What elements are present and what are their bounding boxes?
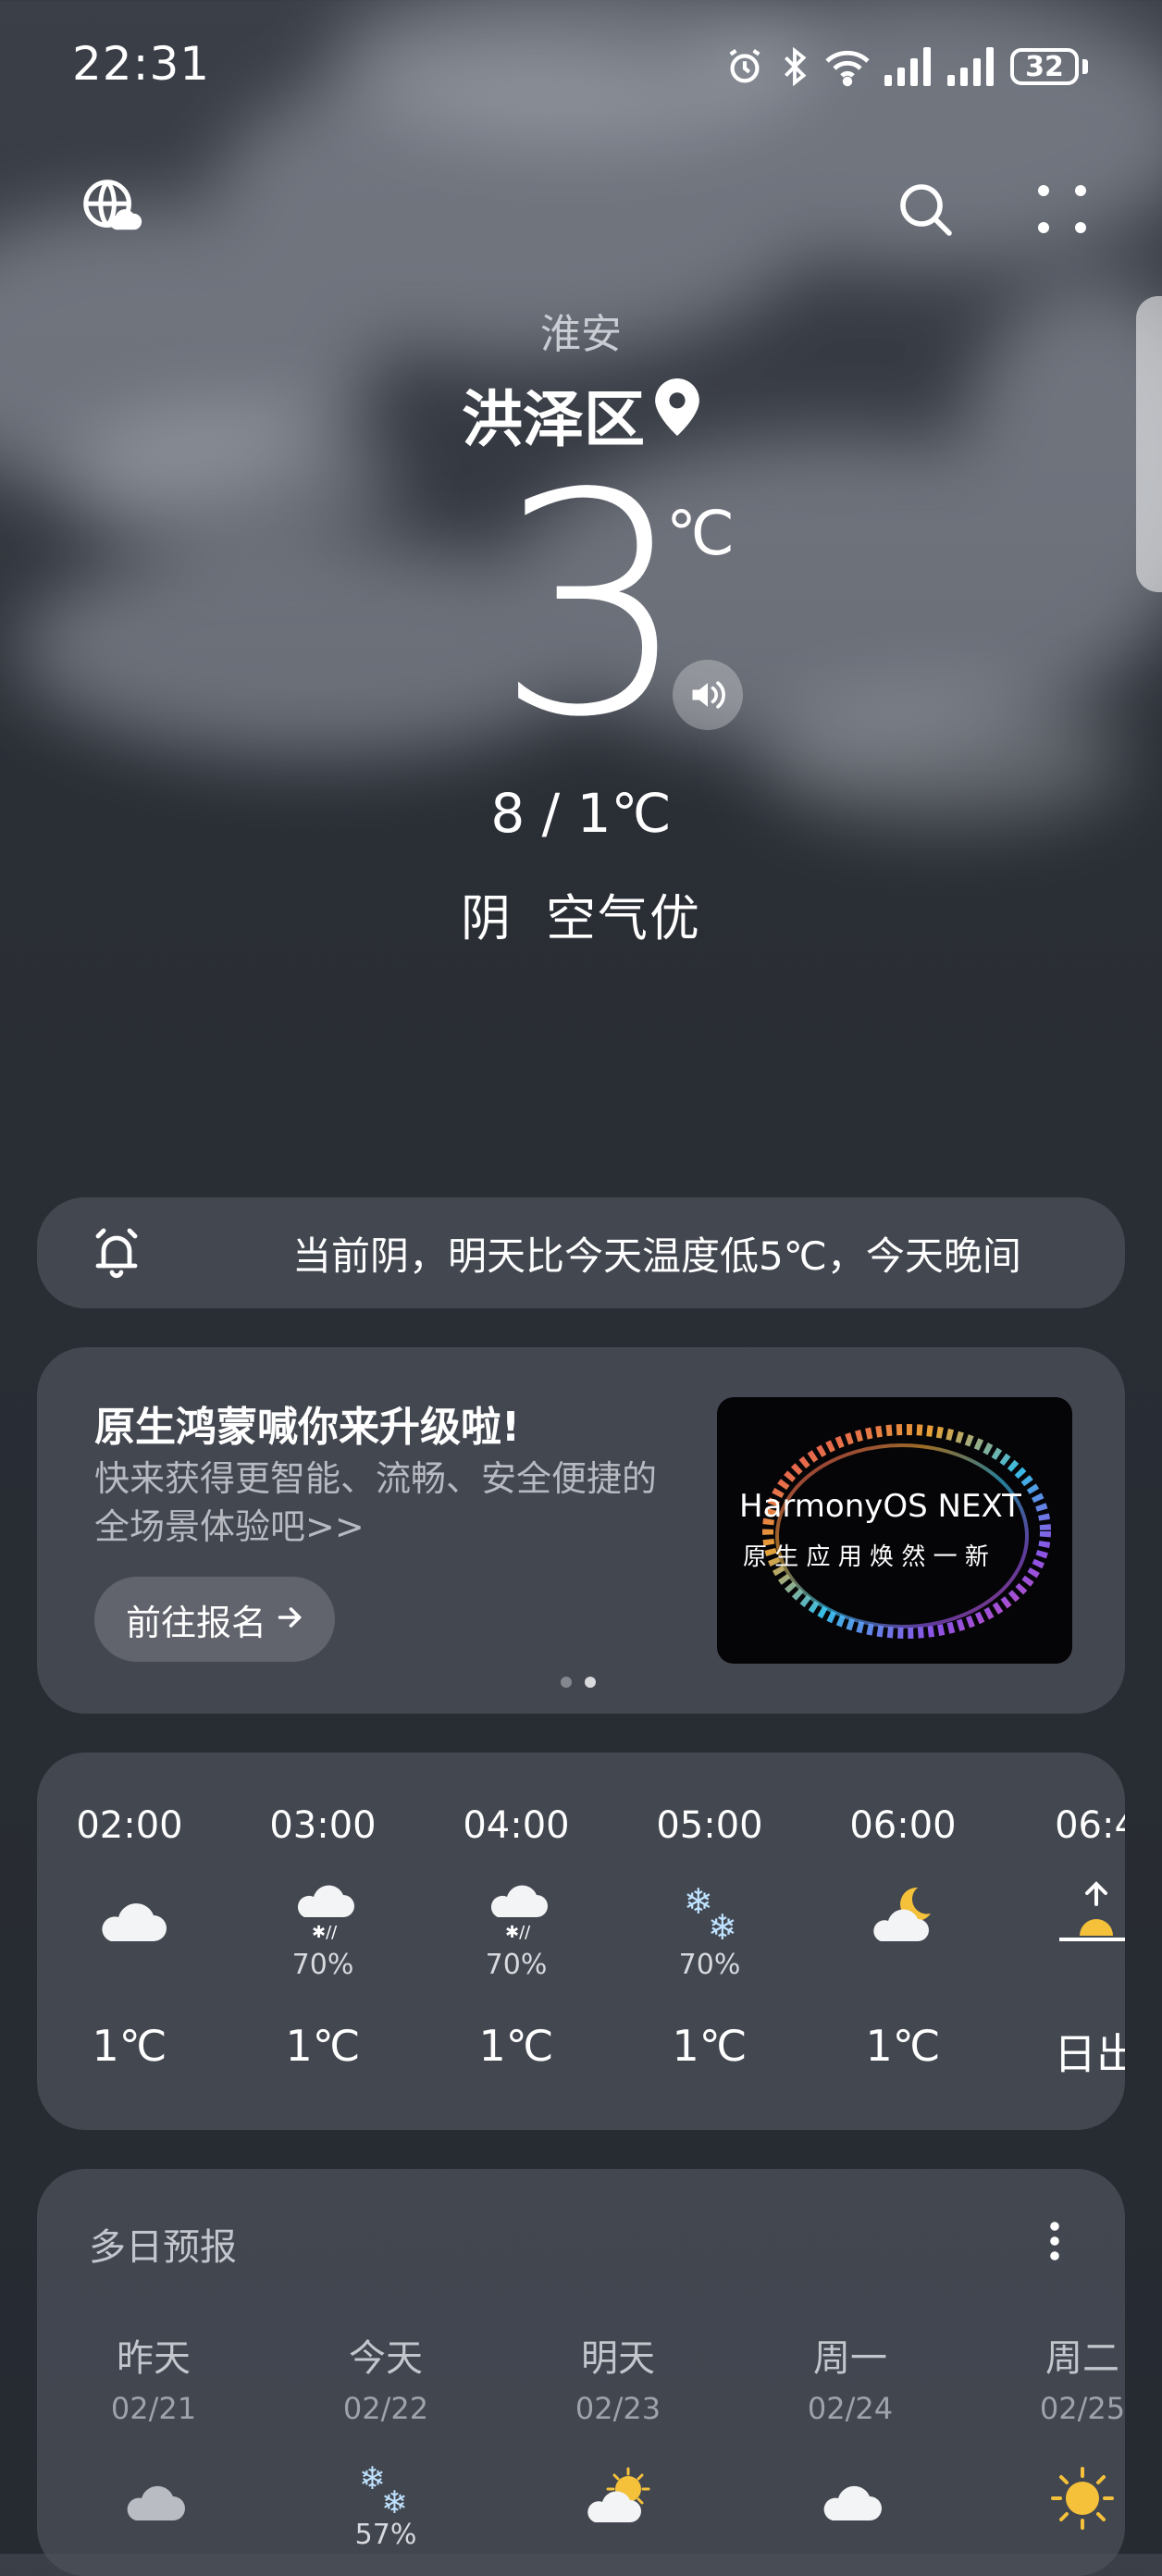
day-precip: 57% — [354, 2519, 417, 2551]
temperature-unit: ℃ — [666, 498, 736, 569]
snow-icon: ❄❄ — [684, 1881, 737, 1948]
carousel-dot-active — [585, 1677, 596, 1688]
hour-temp: 1℃ — [478, 2021, 554, 2071]
manage-cities-icon[interactable] — [78, 174, 144, 241]
battery-nub — [1082, 59, 1088, 74]
sleet-icon: ✱// — [297, 1885, 354, 1942]
hour-temp: 1℃ — [672, 2021, 748, 2071]
city-name: 淮安 — [540, 311, 622, 358]
svg-text:❄: ❄ — [381, 2484, 408, 2521]
day-date: 02/23 — [575, 2391, 661, 2426]
cloudy-icon — [127, 2485, 185, 2520]
sunny-icon — [1051, 2467, 1114, 2530]
search-icon[interactable] — [892, 176, 958, 242]
hour-time: 05:00 — [656, 1804, 763, 1847]
alarm-icon — [723, 45, 766, 88]
promo-title: 原生鸿蒙喊你来升级啦! — [94, 1404, 521, 1451]
cloudy-icon — [102, 1903, 167, 1941]
daily-title: 多日预报 — [89, 2226, 237, 2269]
day-name: 今天 — [349, 2337, 423, 2380]
svg-text:✱//: ✱// — [312, 1923, 338, 1942]
signal-icon — [947, 47, 997, 86]
speaker-icon[interactable] — [673, 660, 743, 730]
hour-time: 06:4 — [1055, 1804, 1125, 1847]
svg-text:✱//: ✱// — [505, 1923, 531, 1942]
hour-time: 06:00 — [849, 1804, 957, 1847]
hour-time: 04:00 — [463, 1804, 570, 1847]
wifi-icon — [823, 45, 872, 88]
promo-art — [762, 1424, 1051, 1639]
hour-time: 03:00 — [269, 1804, 377, 1847]
harmonyos-promo-image[interactable]: HarmonyOS NEXT 原 生 应 用 焕 然 一 新 — [717, 1397, 1072, 1664]
carousel-dots — [561, 1677, 596, 1688]
temperature-range: 8 / 1℃ — [490, 782, 672, 845]
hour-precip: 70% — [678, 1949, 741, 1981]
more-vertical-icon[interactable] — [1049, 2221, 1060, 2265]
carousel-dot — [561, 1677, 572, 1688]
day-name: 周二 — [1045, 2337, 1119, 2380]
daily-forecast[interactable]: 多日预报 昨天 02/21 今天 02/22 ❄ ❄ 57% 明天 02/23 周… — [37, 2169, 1125, 2576]
partly-cloudy-icon — [587, 2467, 650, 2522]
current-temperature: 3 — [495, 428, 689, 784]
promo-banner[interactable]: 原生鸿蒙喊你来升级啦! 快来获得更智能、流畅、安全便捷的全场景体验吧>> 前往报… — [37, 1347, 1125, 1714]
hour-temp: 1℃ — [92, 2021, 167, 2071]
day-date: 02/25 — [1039, 2391, 1125, 2426]
arrow-right-icon — [276, 1599, 303, 1640]
promo-image-title: HarmonyOS NEXT — [739, 1488, 1021, 1525]
weather-alert-card[interactable]: 当前阴，明天比今天温度低5℃，今天晚间 — [37, 1197, 1125, 1308]
day-name: 明天 — [581, 2337, 655, 2380]
status-time: 22:31 — [72, 37, 211, 91]
sunrise-icon — [1059, 1881, 1125, 1941]
day-date: 02/24 — [807, 2391, 894, 2426]
battery-icon: 32 — [1010, 48, 1079, 85]
cloudy-night-icon — [873, 1887, 931, 1941]
register-button-label: 前往报名 — [125, 1602, 266, 1643]
day-name: 周一 — [813, 2337, 887, 2380]
hour-label: 日出 — [1054, 2029, 1125, 2079]
bluetooth-icon — [779, 45, 810, 88]
promo-image-subtitle: 原 生 应 用 焕 然 一 新 — [743, 1543, 989, 1571]
weather-condition: 阴 — [461, 889, 513, 947]
signal-icon — [884, 47, 934, 86]
sleet-icon: ✱// — [490, 1885, 548, 1942]
alert-text: 当前阴，明天比今天温度低5℃，今天晚间 — [292, 1233, 1021, 1279]
hour-precip: 70% — [291, 1949, 354, 1981]
day-date: 02/22 — [342, 2391, 429, 2426]
day-date: 02/21 — [110, 2391, 197, 2426]
hourly-forecast[interactable]: 02:00 1℃ 03:00 ✱// 70% 1℃ 04:00 ✱// 70% … — [37, 1752, 1125, 2130]
hour-time: 02:00 — [76, 1804, 183, 1847]
status-icons: 32 — [723, 41, 1088, 93]
air-quality[interactable]: 空气优 — [546, 889, 701, 947]
more-options-icon[interactable] — [1029, 176, 1095, 242]
hour-temp: 1℃ — [285, 2021, 361, 2071]
cloudy-icon — [823, 2485, 882, 2520]
hour-temp: 1℃ — [865, 2021, 941, 2071]
promo-subtitle: 快来获得更智能、流畅、安全便捷的全场景体验吧>> — [94, 1458, 658, 1547]
condition-row: 阴空气优 — [0, 877, 1162, 950]
hour-precip: 70% — [485, 1949, 548, 1981]
svg-text:❄: ❄ — [708, 1907, 737, 1948]
register-button[interactable]: 前往报名 — [94, 1577, 335, 1662]
day-name: 昨天 — [117, 2337, 191, 2380]
bell-icon — [89, 1225, 144, 1284]
